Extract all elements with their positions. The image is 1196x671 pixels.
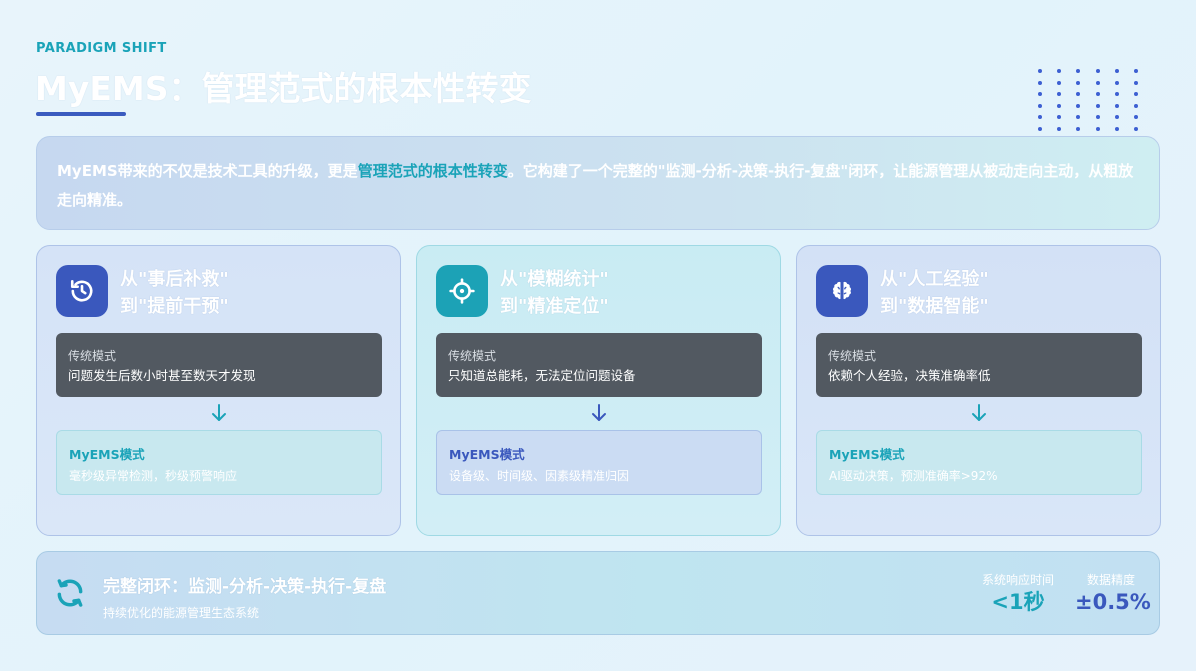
closed-loop-banner: 完整闭环：监测-分析-决策-执行-复盘 持续优化的能源管理生态系统 系统响应时间… (36, 551, 1160, 635)
history-icon (56, 265, 108, 317)
dot-grid-decoration (1038, 69, 1153, 139)
arrow-down-icon (592, 404, 606, 421)
traditional-mode-box: 传统模式 只知道总能耗，无法定位问题设备 (436, 333, 762, 397)
card-heading: 从"事后补救" 到"提前干预" (120, 266, 229, 320)
card-heading-line2: 到"数据智能" (880, 296, 989, 317)
traditional-mode-label: 传统模式 (68, 349, 117, 363)
crosshair-icon (436, 265, 488, 317)
myems-mode-box: MyEMS模式 设备级、时间级、因素级精准归因 (436, 430, 762, 495)
intro-text-before: MyEMS带来的不仅是技术工具的升级，更是 (57, 162, 358, 180)
section-kicker: PARADIGM SHIFT (36, 41, 167, 56)
myems-mode-label: MyEMS模式 (829, 447, 905, 462)
card-heading-line2: 到"提前干预" (120, 296, 229, 317)
card-heading-line2: 到"精准定位" (500, 296, 609, 317)
metric-value: <1秒 (991, 590, 1045, 614)
shift-card-intelligence: 从"人工经验" 到"数据智能" 传统模式 依赖个人经验，决策准确率低 MyEMS… (796, 245, 1161, 536)
card-heading-line1: 从"模糊统计" (500, 269, 609, 290)
myems-mode-label: MyEMS模式 (69, 447, 145, 462)
shift-card-remediation: 从"事后补救" 到"提前干预" 传统模式 问题发生后数小时甚至数天才发现 MyE… (36, 245, 401, 536)
sync-icon (57, 579, 83, 607)
traditional-mode-label: 传统模式 (448, 349, 497, 363)
myems-mode-text: 设备级、时间级、因素级精准归因 (449, 469, 630, 483)
banner-title: 完整闭环：监测-分析-决策-执行-复盘 (103, 577, 387, 597)
myems-mode-box: MyEMS模式 AI驱动决策，预测准确率>92% (816, 430, 1142, 495)
metric-label: 数据精度 (1086, 573, 1135, 587)
intro-panel: MyEMS带来的不仅是技术工具的升级，更是管理范式的根本性转变。它构建了一个完整… (36, 136, 1160, 230)
arrow-down-icon (212, 404, 226, 421)
shift-card-precision: 从"模糊统计" 到"精准定位" 传统模式 只知道总能耗，无法定位问题设备 MyE… (416, 245, 781, 536)
metric-value: ±0.5% (1075, 590, 1151, 614)
myems-mode-text: AI驱动决策，预测准确率>92% (829, 469, 998, 483)
metric-label: 系统响应时间 (981, 573, 1054, 587)
brain-icon (816, 265, 868, 317)
arrow-down-icon (972, 404, 986, 421)
traditional-mode-text: 依赖个人经验，决策准确率低 (828, 368, 991, 383)
metric-response-time: 系统响应时间 <1秒 (977, 572, 1059, 616)
traditional-mode-text: 问题发生后数小时甚至数天才发现 (68, 368, 256, 383)
traditional-mode-box: 传统模式 依赖个人经验，决策准确率低 (816, 333, 1142, 397)
traditional-mode-label: 传统模式 (828, 349, 877, 363)
card-heading: 从"模糊统计" 到"精准定位" (500, 266, 609, 320)
myems-mode-label: MyEMS模式 (449, 447, 525, 462)
page-title: MyEMS：管理范式的根本性转变 (35, 69, 532, 108)
myems-mode-text: 毫秒级异常检测，秒级预警响应 (69, 469, 238, 483)
traditional-mode-text: 只知道总能耗，无法定位问题设备 (448, 368, 636, 383)
traditional-mode-box: 传统模式 问题发生后数小时甚至数天才发现 (56, 333, 382, 397)
card-heading: 从"人工经验" 到"数据智能" (880, 266, 989, 320)
intro-highlight: 管理范式的根本性转变 (357, 162, 508, 180)
title-underline (36, 112, 126, 116)
card-heading-line1: 从"人工经验" (880, 269, 989, 290)
myems-mode-box: MyEMS模式 毫秒级异常检测，秒级预警响应 (56, 430, 382, 495)
metric-data-accuracy: 数据精度 ±0.5% (1075, 572, 1151, 616)
card-heading-line1: 从"事后补救" (120, 269, 229, 290)
banner-subtitle: 持续优化的能源管理生态系统 (103, 606, 260, 620)
